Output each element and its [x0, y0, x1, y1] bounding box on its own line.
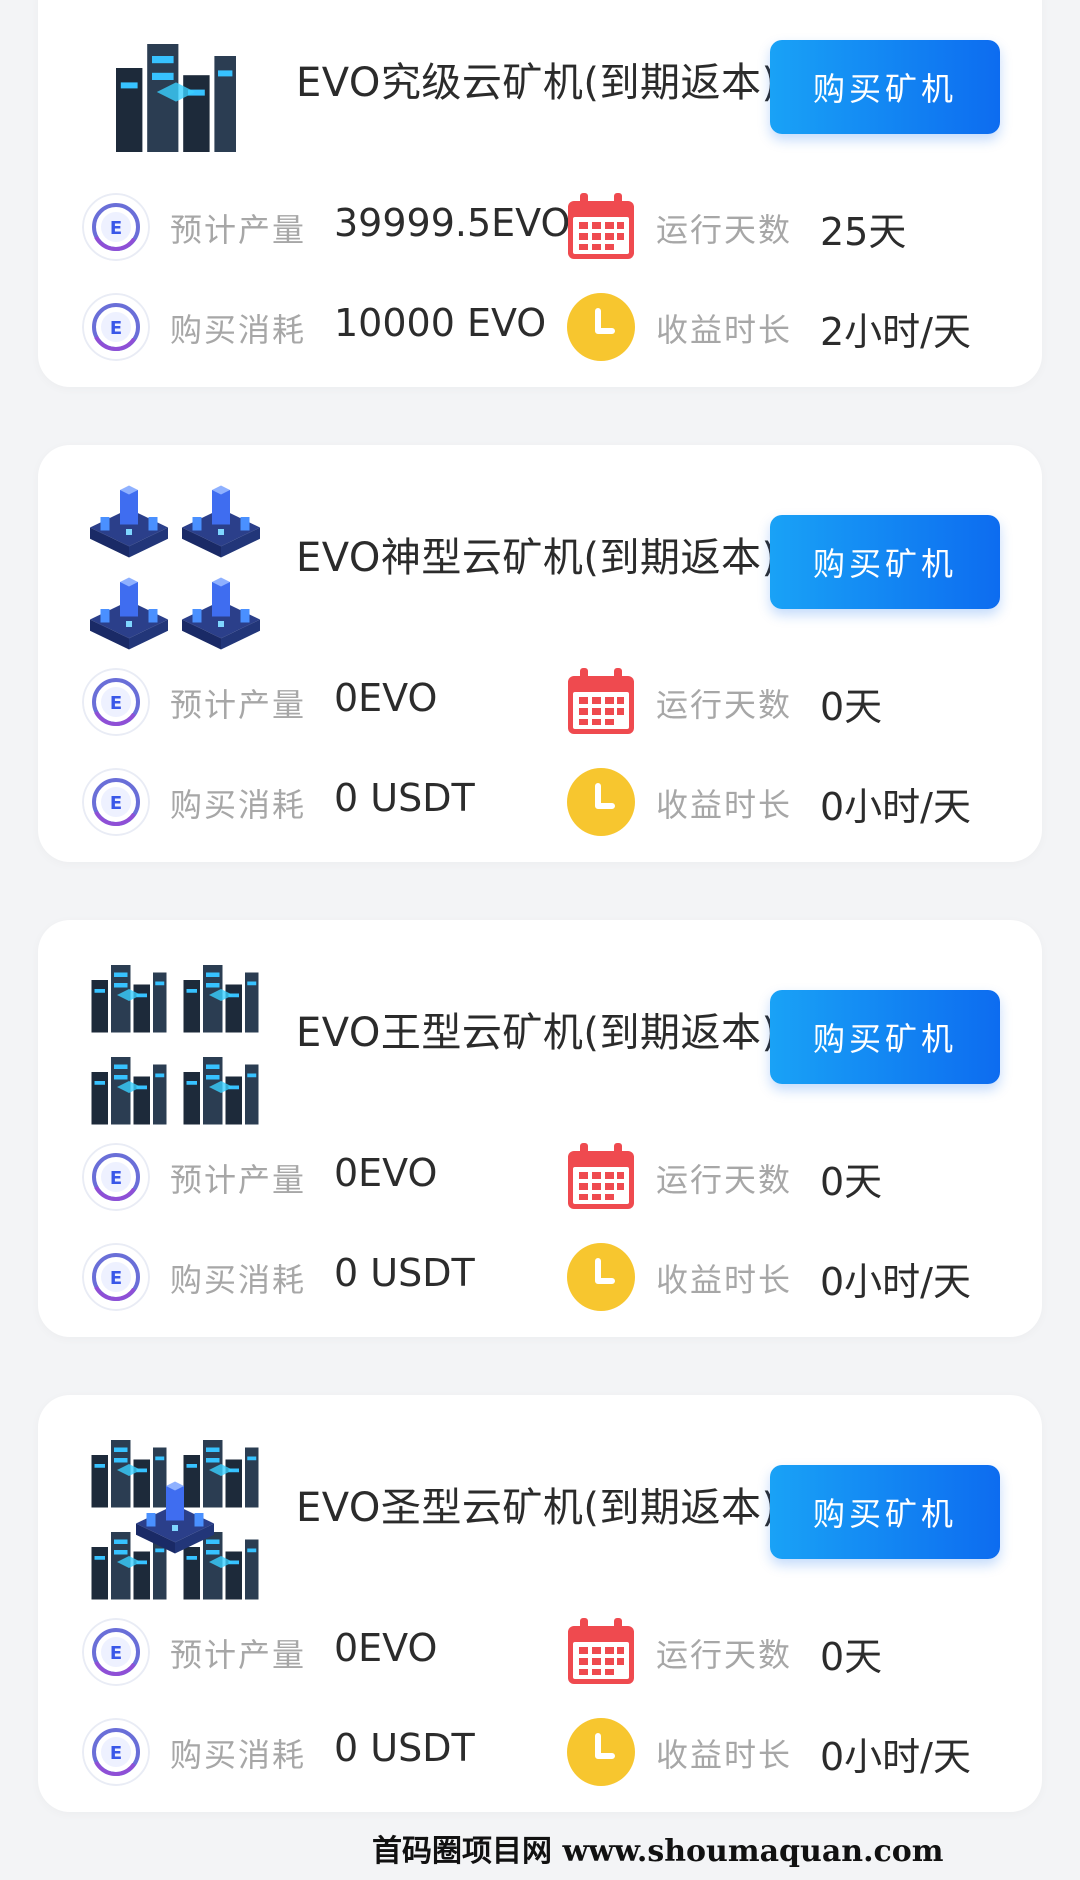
evo-coin-icon	[82, 1243, 150, 1311]
buy-miner-button[interactable]: 购买矿机	[770, 990, 1000, 1084]
evo-coin-icon	[82, 1143, 150, 1211]
days-value: 25天	[820, 210, 907, 254]
days-value: 0天	[820, 1160, 883, 1204]
duration-label: 收益时长	[656, 786, 793, 824]
stats-row: 预计产量 0EVO 运行天数 0天	[38, 1612, 1042, 1692]
miner-card: EVO圣型云矿机(到期返本) 购买矿机 预计产量 0EVO 运行天数 0天 购买…	[38, 1395, 1042, 1812]
duration-label: 收益时长	[656, 1736, 793, 1774]
days-value: 0天	[820, 685, 883, 729]
days-label: 运行天数	[656, 1161, 793, 1199]
evo-coin-icon	[82, 768, 150, 836]
stats-row: 购买消耗 10000 EVO 收益时长 2小时/天	[38, 287, 1042, 367]
miner-image	[91, 965, 259, 1125]
output-label: 预计产量	[170, 686, 307, 724]
stats-row: 购买消耗 0 USDT 收益时长 0小时/天	[38, 1237, 1042, 1317]
output-value: 0EVO	[334, 1626, 438, 1670]
miner-card: EVO究级云矿机(到期返本) 购买矿机 预计产量 39999.5EVO 运行天数…	[38, 0, 1042, 387]
clock-icon	[564, 766, 638, 838]
duration-label: 收益时长	[656, 1261, 793, 1299]
miner-title: EVO王型云矿机(到期返本)	[296, 1010, 778, 1056]
output-value: 0EVO	[334, 676, 438, 720]
evo-coin-icon	[82, 1618, 150, 1686]
evo-coin-icon	[82, 193, 150, 261]
stats-row: 预计产量 0EVO 运行天数 0天	[38, 662, 1042, 742]
stats-row: 购买消耗 0 USDT 收益时长 0小时/天	[38, 1712, 1042, 1792]
duration-value: 2小时/天	[820, 310, 971, 354]
evo-coin-icon	[82, 293, 150, 361]
output-label: 预计产量	[170, 1161, 307, 1199]
output-label: 预计产量	[170, 1636, 307, 1674]
calendar-icon	[568, 668, 634, 734]
cost-label: 购买消耗	[170, 1736, 307, 1774]
miner-image	[90, 485, 260, 650]
clock-icon	[564, 291, 638, 363]
buy-miner-button[interactable]: 购买矿机	[770, 1465, 1000, 1559]
days-label: 运行天数	[656, 1636, 793, 1674]
duration-value: 0小时/天	[820, 785, 971, 829]
miner-image	[116, 44, 236, 152]
buy-miner-button[interactable]: 购买矿机	[770, 40, 1000, 134]
miner-card: EVO神型云矿机(到期返本) 购买矿机 预计产量 0EVO 运行天数 0天 购买…	[38, 445, 1042, 862]
cost-value: 0 USDT	[334, 776, 475, 820]
evo-coin-icon	[82, 1718, 150, 1786]
clock-icon	[564, 1241, 638, 1313]
miner-title: EVO究级云矿机(到期返本)	[296, 60, 778, 106]
output-value: 39999.5EVO	[334, 201, 571, 245]
watermark: 首码圈项目网 www.shoumaquan.com	[372, 1834, 944, 1869]
miner-image	[91, 1440, 259, 1600]
clock-icon	[564, 1716, 638, 1788]
duration-value: 0小时/天	[820, 1260, 971, 1304]
output-value: 0EVO	[334, 1151, 438, 1195]
duration-label: 收益时长	[656, 311, 793, 349]
stats-row: 预计产量 0EVO 运行天数 0天	[38, 1137, 1042, 1217]
output-label: 预计产量	[170, 211, 307, 249]
cost-value: 0 USDT	[334, 1726, 475, 1770]
evo-coin-icon	[82, 668, 150, 736]
days-label: 运行天数	[656, 211, 793, 249]
calendar-icon	[568, 193, 634, 259]
stats-row: 预计产量 39999.5EVO 运行天数 25天	[38, 187, 1042, 267]
calendar-icon	[568, 1618, 634, 1684]
buy-miner-button[interactable]: 购买矿机	[770, 515, 1000, 609]
calendar-icon	[568, 1143, 634, 1209]
miner-card: EVO王型云矿机(到期返本) 购买矿机 预计产量 0EVO 运行天数 0天 购买…	[38, 920, 1042, 1337]
days-label: 运行天数	[656, 686, 793, 724]
duration-value: 0小时/天	[820, 1735, 971, 1779]
stats-row: 购买消耗 0 USDT 收益时长 0小时/天	[38, 762, 1042, 842]
cost-value: 10000 EVO	[334, 301, 547, 345]
cost-value: 0 USDT	[334, 1251, 475, 1295]
cost-label: 购买消耗	[170, 786, 307, 824]
miner-title: EVO神型云矿机(到期返本)	[296, 535, 778, 581]
days-value: 0天	[820, 1635, 883, 1679]
miner-title: EVO圣型云矿机(到期返本)	[296, 1485, 778, 1531]
cost-label: 购买消耗	[170, 311, 307, 349]
cost-label: 购买消耗	[170, 1261, 307, 1299]
